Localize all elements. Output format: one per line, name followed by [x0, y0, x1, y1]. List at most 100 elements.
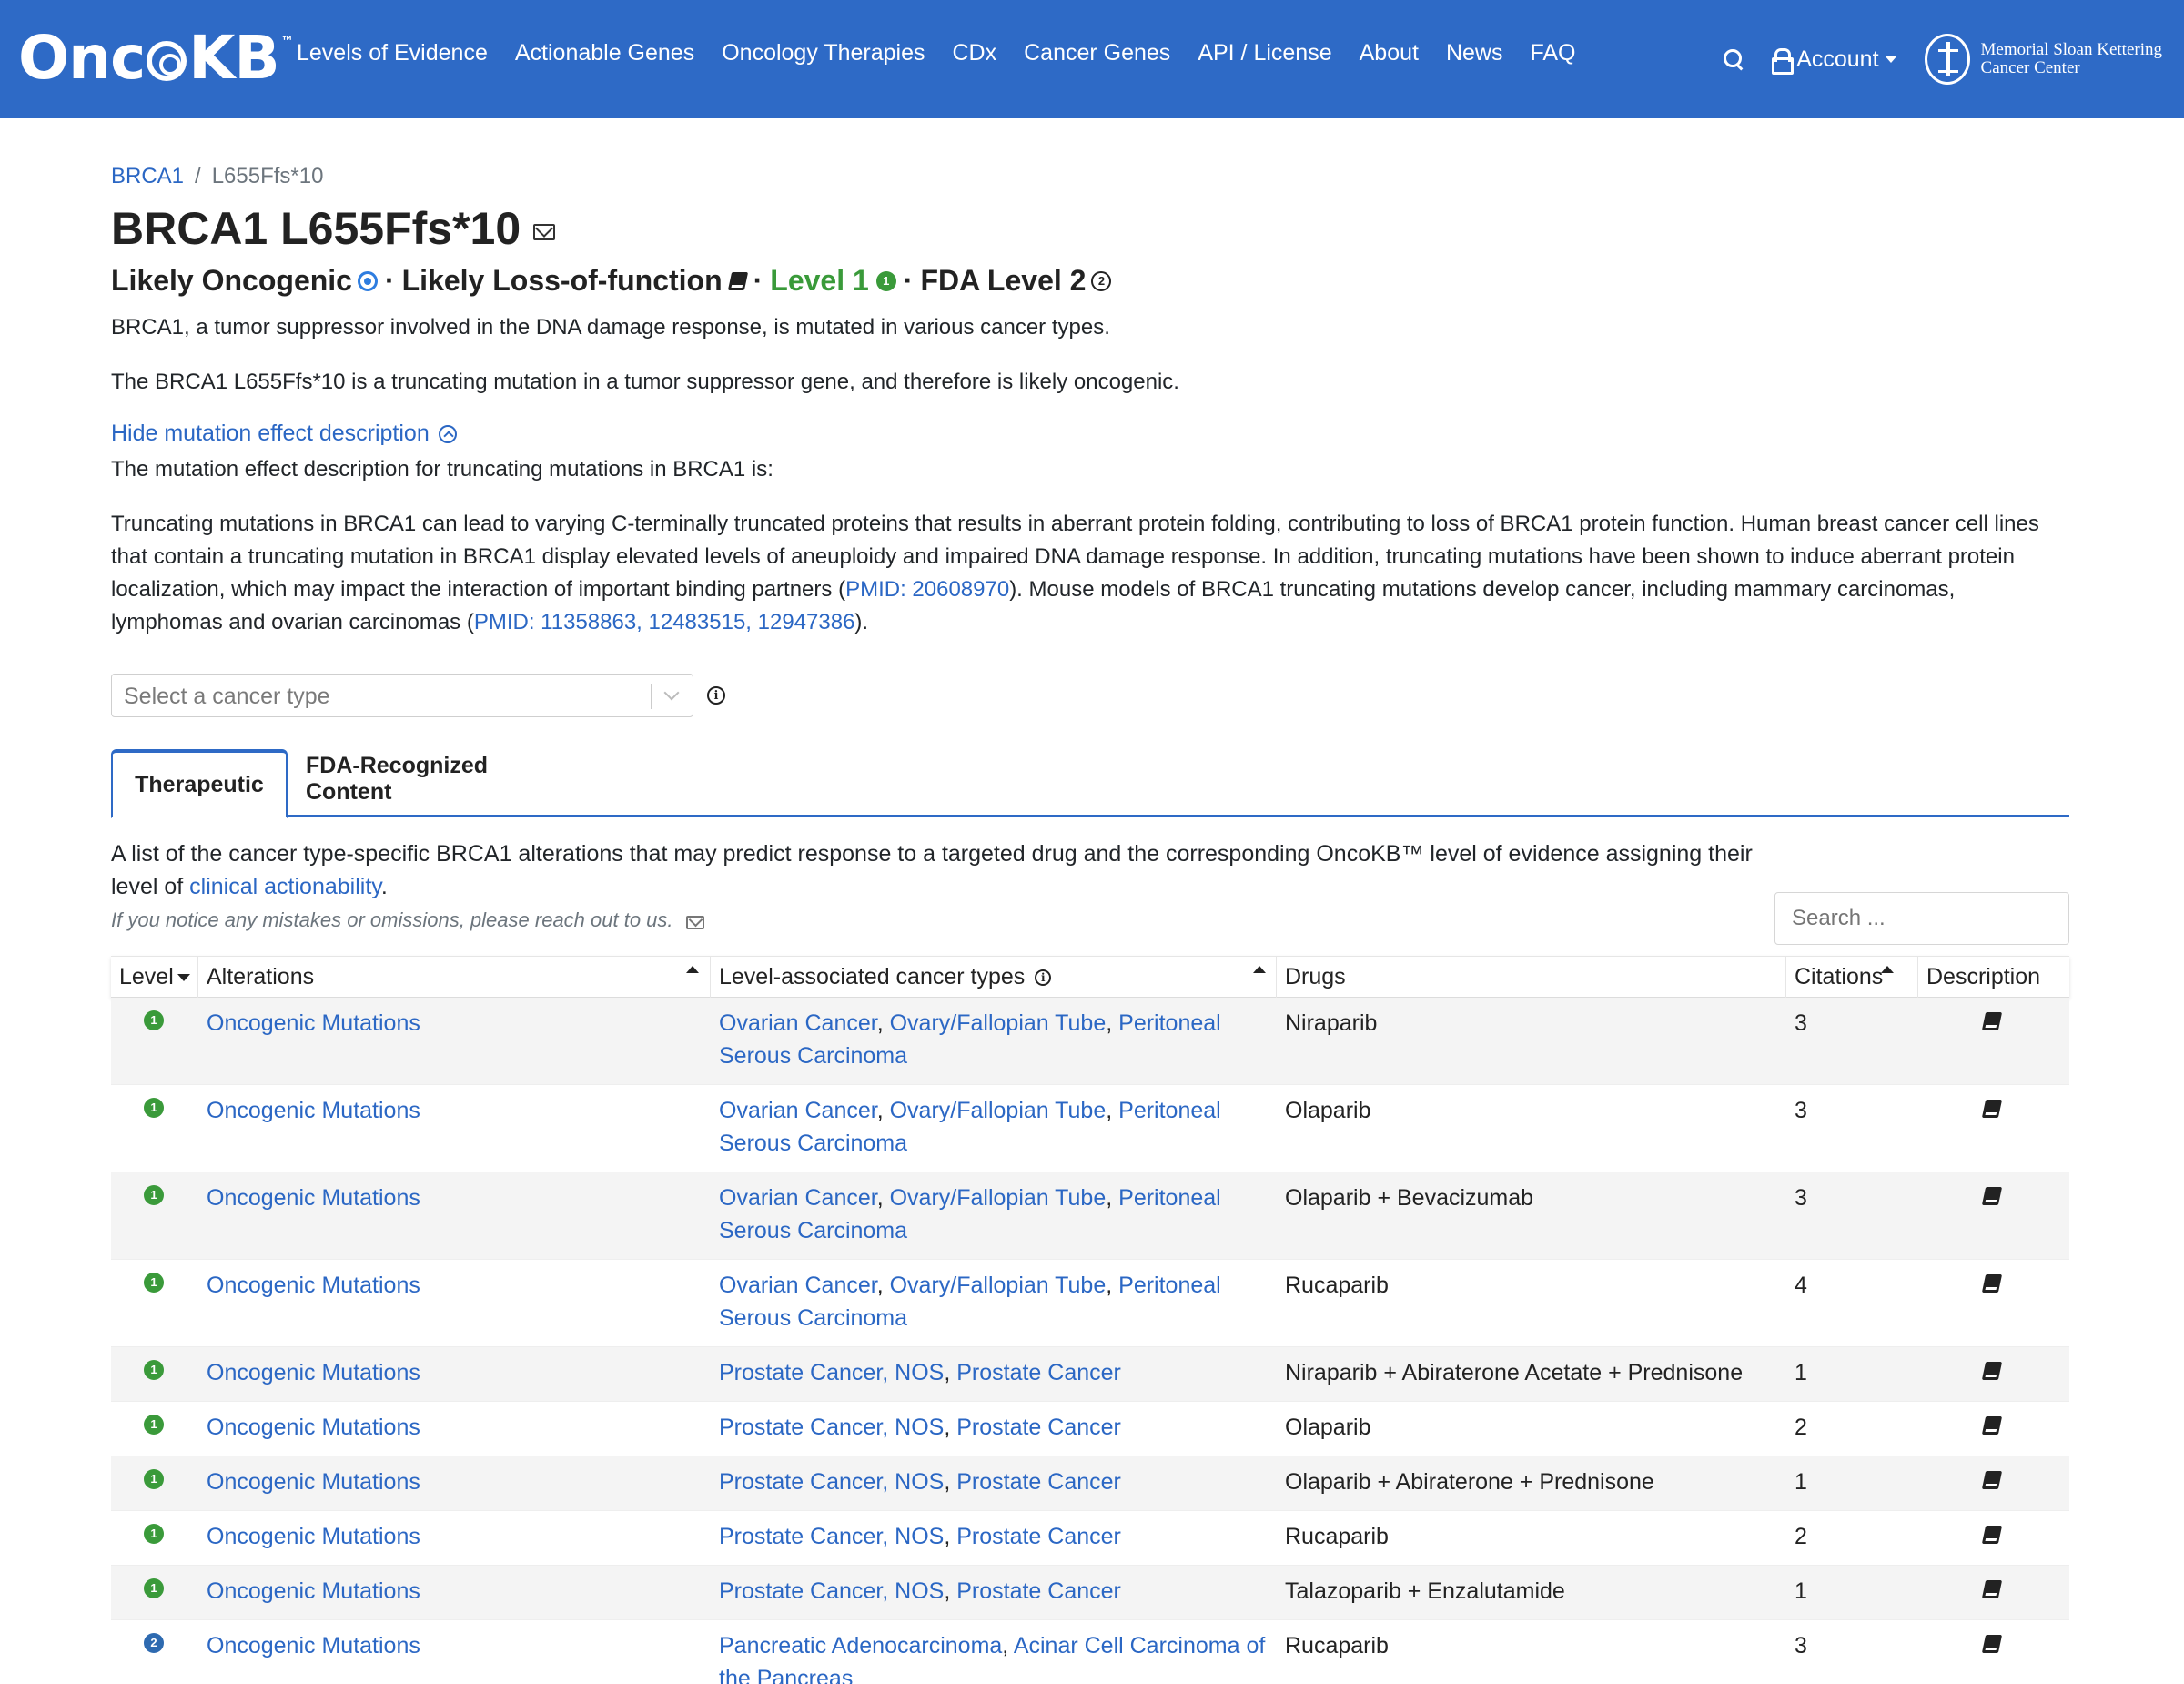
nav-link-faq[interactable]: FAQ	[1530, 40, 1575, 66]
book-icon[interactable]	[1981, 1187, 2003, 1205]
info-icon[interactable]: i	[1035, 969, 1052, 987]
book-icon[interactable]	[1981, 1471, 2003, 1489]
nav-link-actionable-genes[interactable]: Actionable Genes	[515, 40, 694, 66]
account-menu[interactable]: Account	[1771, 46, 1897, 75]
breadcrumb-gene-link[interactable]: BRCA1	[111, 164, 184, 188]
cancer-type-link[interactable]: Prostate Cancer, NOS	[719, 1578, 944, 1604]
alteration-link[interactable]: Oncogenic Mutations	[207, 1415, 420, 1440]
header-citations[interactable]: Citations	[1786, 957, 1918, 999]
cell-level: 2	[111, 1620, 198, 1684]
mail-icon[interactable]	[685, 915, 704, 929]
level-1-icon[interactable]: 1	[144, 1185, 164, 1205]
clinical-actionability-link[interactable]: clinical actionability	[189, 874, 381, 899]
cancer-type-link[interactable]: Ovary/Fallopian Tube	[890, 1010, 1107, 1036]
cancer-type-link[interactable]: Ovary/Fallopian Tube	[890, 1098, 1107, 1123]
table-search-input[interactable]	[1774, 892, 2069, 945]
header-description[interactable]: Description	[1918, 957, 2069, 999]
alteration-link[interactable]: Oncogenic Mutations	[207, 1185, 420, 1211]
cell-alteration: Oncogenic Mutations	[198, 1620, 711, 1662]
cancer-type-link[interactable]: Ovarian Cancer	[719, 1273, 877, 1298]
alteration-link[interactable]: Oncogenic Mutations	[207, 1578, 420, 1604]
tab-fda-recognized-content[interactable]: FDA-Recognized Content	[306, 746, 542, 813]
cancer-type-link[interactable]: Pancreatic Adenocarcinoma	[719, 1633, 1002, 1659]
level-1-icon[interactable]: 1	[144, 1360, 164, 1380]
level-1-icon[interactable]: 1	[144, 1273, 164, 1293]
mail-icon[interactable]	[533, 224, 556, 240]
cancer-type-link[interactable]: Prostate Cancer	[956, 1578, 1121, 1604]
cell-drugs: Talazoparib + Enzalutamide	[1285, 1578, 1565, 1604]
level-1-icon[interactable]: 1	[144, 1524, 164, 1544]
header-drugs[interactable]: Drugs	[1277, 957, 1894, 999]
cancer-type-link[interactable]: Ovarian Cancer	[719, 1185, 877, 1211]
cell-citations[interactable]: 4	[1786, 1260, 1918, 1302]
cell-citations[interactable]: 3	[1786, 998, 1918, 1040]
nav-link-about[interactable]: About	[1360, 40, 1419, 66]
book-icon[interactable]	[727, 271, 748, 290]
nav-link-news[interactable]: News	[1446, 40, 1503, 66]
level-2-icon[interactable]: 2	[144, 1633, 164, 1653]
book-icon[interactable]	[1981, 1580, 2003, 1598]
cancer-type-link[interactable]: Prostate Cancer	[956, 1469, 1121, 1495]
alteration-link[interactable]: Oncogenic Mutations	[207, 1098, 420, 1123]
header-cancer-types[interactable]: Level-associated cancer types i	[711, 957, 1277, 999]
cancer-type-link[interactable]: Prostate Cancer	[956, 1415, 1121, 1440]
search-icon[interactable]	[1722, 47, 1745, 71]
nav-link-cdx[interactable]: CDx	[953, 40, 997, 66]
nav-link-api-license[interactable]: API / License	[1198, 40, 1331, 66]
pmid-link-1[interactable]: PMID: 20608970	[845, 577, 1009, 602]
cancer-type-link[interactable]: Prostate Cancer, NOS	[719, 1469, 944, 1495]
cancer-type-link[interactable]: Prostate Cancer, NOS	[719, 1524, 944, 1549]
cell-alteration: Oncogenic Mutations	[198, 998, 711, 1040]
book-icon[interactable]	[1981, 1274, 2003, 1293]
book-icon[interactable]	[1981, 1012, 2003, 1030]
cancer-type-link[interactable]: Prostate Cancer, NOS	[719, 1415, 944, 1440]
alteration-link[interactable]: Oncogenic Mutations	[207, 1273, 420, 1298]
alteration-link[interactable]: Oncogenic Mutations	[207, 1469, 420, 1495]
level-1-icon[interactable]: 1	[144, 1415, 164, 1435]
cancer-type-link[interactable]: Ovary/Fallopian Tube	[890, 1185, 1107, 1211]
cancer-type-link[interactable]: Prostate Cancer	[956, 1524, 1121, 1549]
cell-citations[interactable]: 1	[1786, 1347, 1918, 1389]
header-level[interactable]: Level	[111, 957, 198, 999]
cancer-type-link[interactable]: Prostate Cancer, NOS	[719, 1360, 944, 1385]
level-1-icon[interactable]: 1	[144, 1578, 164, 1598]
cell-citations[interactable]: 3	[1786, 1172, 1918, 1214]
cancer-type-link[interactable]: Prostate Cancer	[956, 1360, 1121, 1385]
oncokb-logo[interactable]: Onc KB ™	[18, 23, 294, 93]
cell-citations[interactable]: 1	[1786, 1456, 1918, 1498]
cancer-type-link[interactable]: Ovary/Fallopian Tube	[890, 1273, 1107, 1298]
mskcc-logo[interactable]: Memorial Sloan Kettering Cancer Center	[1924, 34, 2162, 85]
cell-citations[interactable]: 1	[1786, 1566, 1918, 1608]
alteration-link[interactable]: Oncogenic Mutations	[207, 1360, 420, 1385]
alteration-link[interactable]: Oncogenic Mutations	[207, 1524, 420, 1549]
pmid-link-2[interactable]: PMID: 11358863, 12483515, 12947386	[474, 610, 855, 634]
book-icon[interactable]	[1981, 1100, 2003, 1118]
cell-level: 1	[111, 1456, 198, 1511]
book-icon[interactable]	[1981, 1635, 2003, 1653]
level-1-icon[interactable]: 1	[144, 1010, 164, 1030]
alteration-link[interactable]: Oncogenic Mutations	[207, 1633, 420, 1659]
book-icon[interactable]	[1981, 1416, 2003, 1435]
gene-summary: BRCA1, a tumor suppressor involved in th…	[111, 315, 1110, 340]
nav-link-oncology-therapies[interactable]: Oncology Therapies	[722, 40, 925, 66]
cancer-type-link[interactable]: Ovarian Cancer	[719, 1098, 877, 1123]
cell-citations[interactable]: 2	[1786, 1402, 1918, 1444]
cancer-type-separator: ,	[1106, 1185, 1119, 1211]
cell-citations[interactable]: 2	[1786, 1511, 1918, 1553]
header-alterations[interactable]: Alterations	[198, 957, 711, 999]
cell-citations[interactable]: 3	[1786, 1085, 1918, 1127]
info-icon[interactable]: i	[707, 686, 725, 705]
tab-therapeutic[interactable]: Therapeutic	[111, 749, 288, 818]
cancer-type-select[interactable]: Select a cancer type	[111, 674, 693, 717]
alteration-link[interactable]: Oncogenic Mutations	[207, 1010, 420, 1036]
nav-link-cancer-genes[interactable]: Cancer Genes	[1024, 40, 1170, 66]
hide-mutation-effect-toggle[interactable]: Hide mutation effect description	[111, 421, 457, 447]
book-icon[interactable]	[1981, 1362, 2003, 1380]
cancer-type-link[interactable]: Ovarian Cancer	[719, 1010, 877, 1036]
level-1-icon[interactable]: 1	[144, 1098, 164, 1118]
header-cancer-types-label: Level-associated cancer types	[719, 964, 1026, 989]
nav-link-levels-of-evidence[interactable]: Levels of Evidence	[297, 40, 488, 66]
level-1-icon[interactable]: 1	[144, 1469, 164, 1489]
cell-citations[interactable]: 3	[1786, 1620, 1918, 1662]
book-icon[interactable]	[1981, 1526, 2003, 1544]
